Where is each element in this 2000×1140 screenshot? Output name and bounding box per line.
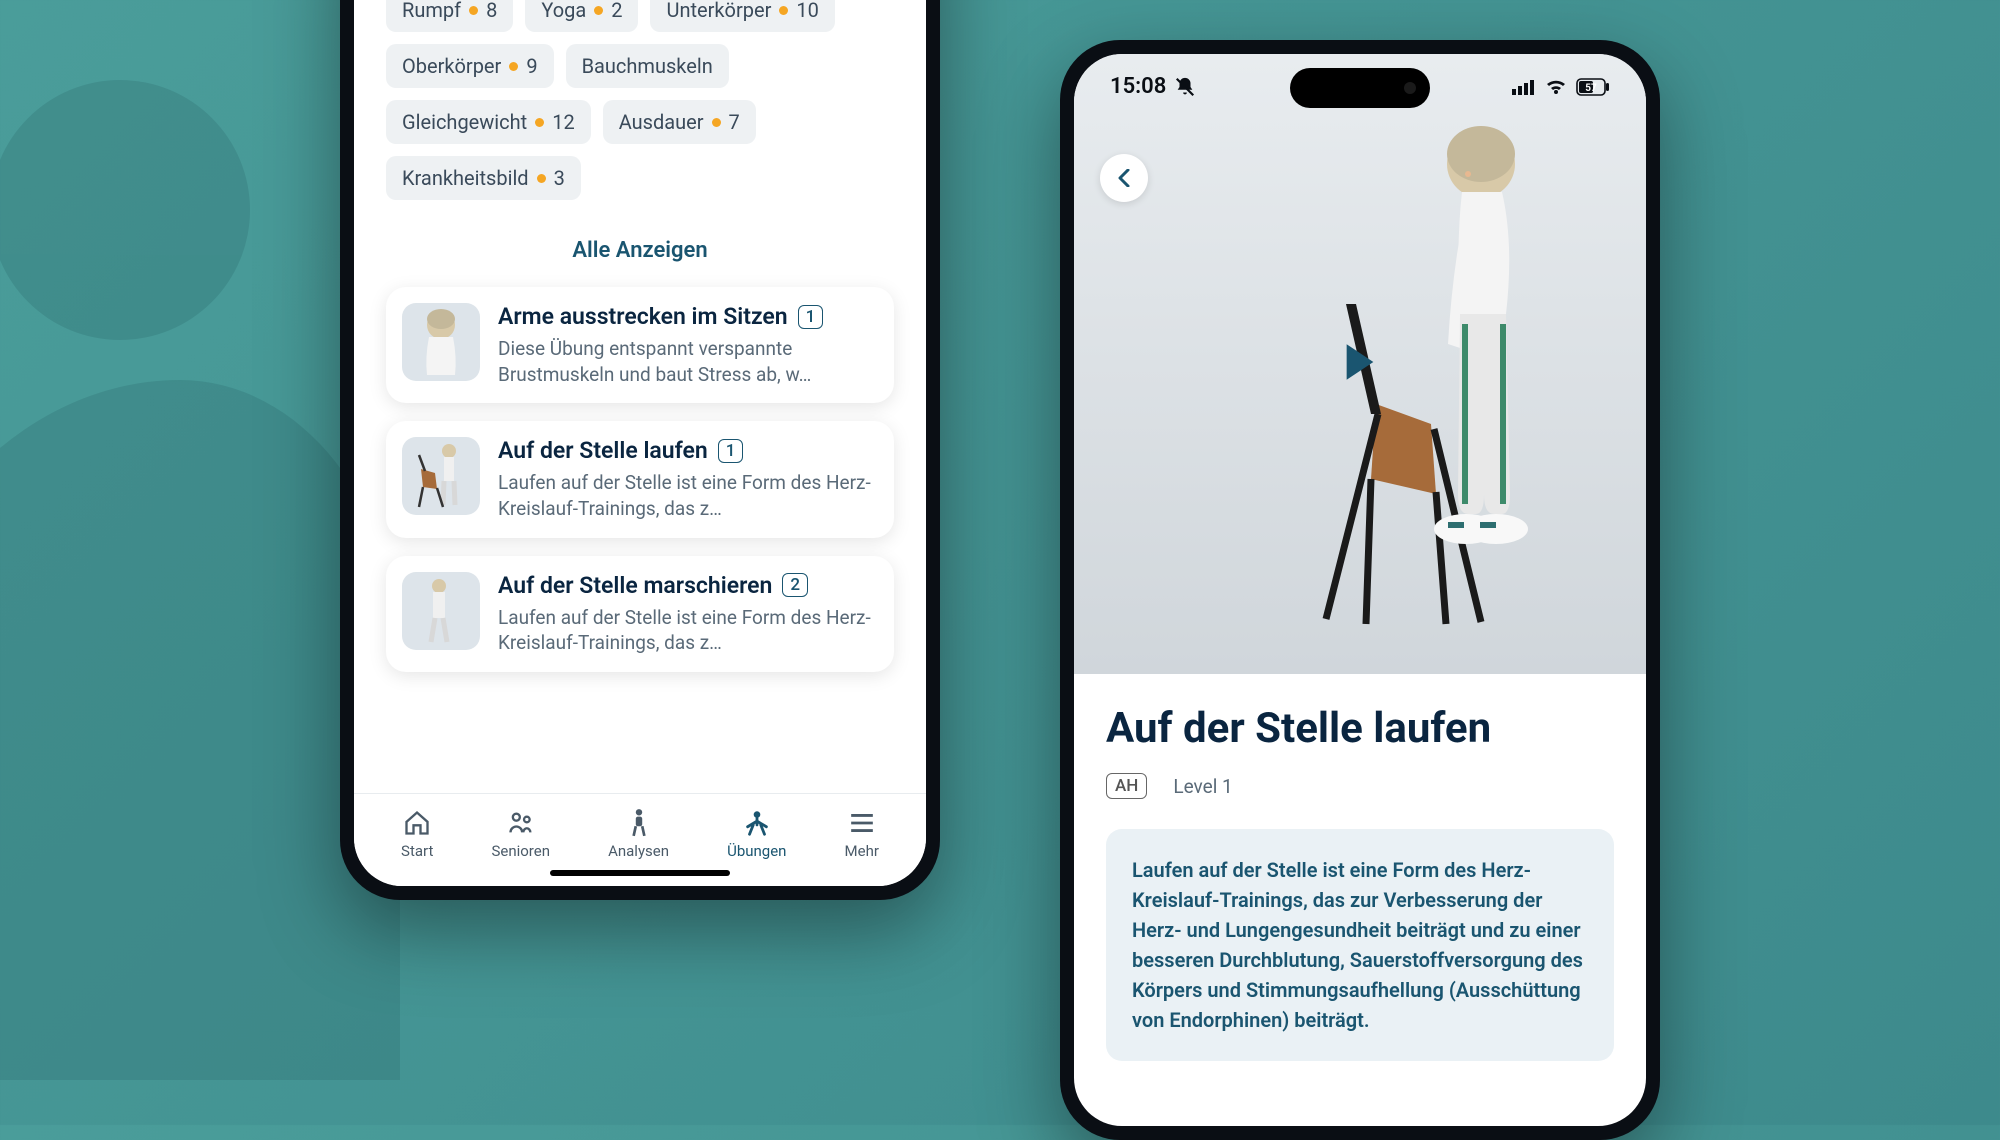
start-icon	[402, 808, 432, 838]
tab-analysen[interactable]: Analysen	[608, 808, 669, 860]
back-button[interactable]	[1100, 154, 1148, 202]
card-title: Arme ausstrecken im Sitzen	[498, 303, 788, 330]
exercise-card[interactable]: Auf der Stelle laufen 1 Laufen auf der S…	[386, 421, 894, 537]
card-level-badge: 1	[718, 439, 744, 463]
card-description: Laufen auf der Stelle ist eine Form des …	[498, 605, 878, 656]
chip-count: 9	[526, 54, 537, 78]
exercise-list: Arme ausstrecken im Sitzen 1 Diese Übung…	[386, 287, 894, 672]
exercise-description: Laufen auf der Stelle ist eine Form des …	[1132, 855, 1588, 1035]
senioren-icon	[506, 808, 536, 838]
chip-label: Oberkörper	[402, 54, 501, 78]
chip-label: Rumpf	[402, 0, 461, 22]
card-title: Auf der Stelle laufen	[498, 437, 708, 464]
chip-count: 2	[611, 0, 622, 22]
chevron-left-icon	[1117, 169, 1131, 187]
filter-chip[interactable]: Rumpf 8	[386, 0, 513, 32]
chip-dot-icon	[535, 118, 544, 127]
category-badge: AH	[1106, 773, 1147, 799]
filter-chip[interactable]: Oberkörper 9	[386, 44, 554, 88]
exercise-meta: AH Level 1	[1106, 773, 1614, 799]
card-title: Auf der Stelle marschieren	[498, 572, 772, 599]
exercise-description-box: Laufen auf der Stelle ist eine Form des …	[1106, 829, 1614, 1061]
chip-dot-icon	[594, 6, 603, 15]
chip-label: Gleichgewicht	[402, 110, 527, 134]
dynamic-island	[1290, 68, 1430, 108]
home-indicator[interactable]	[550, 870, 730, 876]
chip-dot-icon	[469, 6, 478, 15]
chip-label: Yoga	[541, 0, 586, 22]
card-level-badge: 2	[782, 573, 808, 597]
exercise-title: Auf der Stelle laufen	[1106, 704, 1614, 753]
show-all-button[interactable]: Alle Anzeigen	[386, 226, 894, 287]
filter-chip[interactable]: Bauchmuskeln	[566, 44, 729, 88]
filter-chip[interactable]: Yoga 2	[525, 0, 638, 32]
tab-mehr[interactable]: Mehr	[845, 808, 879, 860]
exercise-thumbnail	[402, 572, 480, 650]
play-icon	[1343, 342, 1377, 382]
chip-label: Bauchmuskeln	[582, 54, 713, 78]
play-button[interactable]	[1343, 342, 1377, 386]
chip-count: 7	[729, 110, 740, 134]
chip-dot-icon	[712, 118, 721, 127]
chip-label: Ausdauer	[619, 110, 704, 134]
exercise-card[interactable]: Auf der Stelle marschieren 2 Laufen auf …	[386, 556, 894, 672]
tab-label: Mehr	[845, 842, 879, 860]
tab-label: Übungen	[727, 842, 786, 860]
mehr-icon	[847, 808, 877, 838]
chip-count: 8	[486, 0, 497, 22]
phone-exercises-list: Übungen Rumpf 8 Yoga 2 Unterkörper 10 Oberkörp…	[340, 0, 940, 900]
uebungen-icon	[742, 808, 772, 838]
chip-label: Unterkörper	[666, 0, 771, 22]
svg-text:57: 57	[1585, 83, 1597, 94]
exercise-video-preview[interactable]	[1074, 54, 1646, 674]
tab-uebungen[interactable]: Übungen	[727, 808, 786, 860]
tab-label: Senioren	[491, 842, 550, 860]
status-time: 15:08	[1110, 74, 1166, 99]
tab-start[interactable]: Start	[401, 808, 433, 860]
bell-off-icon	[1174, 76, 1196, 98]
chip-count: 12	[552, 110, 574, 134]
filter-chips: Rumpf 8 Yoga 2 Unterkörper 10 Oberkörper 9 Bauch…	[386, 0, 894, 200]
wifi-icon	[1544, 78, 1568, 96]
chip-dot-icon	[537, 174, 546, 183]
filter-chip[interactable]: Unterkörper 10	[650, 0, 834, 32]
chip-dot-icon	[779, 6, 788, 15]
exercise-thumbnail	[402, 303, 480, 381]
card-description: Diese Übung entspannt verspannte Brustmu…	[498, 336, 878, 387]
filter-chip[interactable]: Gleichgewicht 12	[386, 100, 591, 144]
card-level-badge: 1	[798, 305, 824, 329]
tab-label: Analysen	[608, 842, 669, 860]
chip-dot-icon	[509, 62, 518, 71]
tab-label: Start	[401, 842, 433, 860]
exercise-card[interactable]: Arme ausstrecken im Sitzen 1 Diese Übung…	[386, 287, 894, 403]
exercise-thumbnail	[402, 437, 480, 515]
chip-count: 3	[554, 166, 565, 190]
cellular-icon	[1512, 79, 1536, 95]
filter-chip[interactable]: Ausdauer 7	[603, 100, 756, 144]
level-label: Level 1	[1173, 775, 1232, 798]
phone-exercise-detail: 15:08 57	[1060, 40, 1660, 1140]
analysen-icon	[624, 808, 654, 838]
chip-count: 10	[796, 0, 818, 22]
exercise-illustration	[1316, 114, 1576, 674]
filter-chip[interactable]: Krankheitsbild 3	[386, 156, 581, 200]
chip-label: Krankheitsbild	[402, 166, 529, 190]
battery-icon: 57	[1576, 78, 1610, 96]
card-description: Laufen auf der Stelle ist eine Form des …	[498, 470, 878, 521]
tab-senioren[interactable]: Senioren	[491, 808, 550, 860]
